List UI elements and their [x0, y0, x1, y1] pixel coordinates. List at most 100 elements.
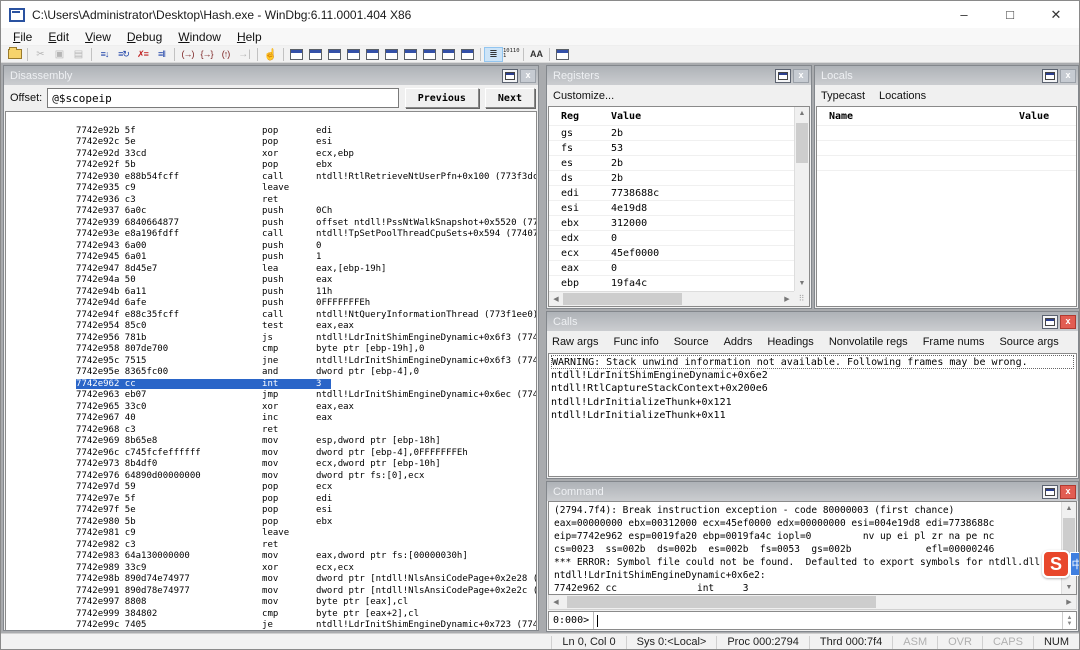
toolbar-icon[interactable] [254, 47, 261, 62]
register-row[interactable]: fs53 [549, 140, 809, 155]
scroll-down-icon[interactable]: ▼ [1066, 581, 1073, 594]
menu-item[interactable]: View [77, 29, 119, 45]
call-stack-frame[interactable]: ntdll!LdrInitializeThunk+0x11 [551, 409, 1074, 423]
command-hscrollbar[interactable]: ◀ ▶ [548, 595, 1077, 610]
close-button[interactable]: ✕ [1033, 1, 1079, 28]
float-button[interactable] [775, 69, 791, 83]
register-row[interactable]: edx0 [549, 230, 809, 245]
toolbar-icon[interactable]: (→) [178, 47, 197, 62]
toolbar-icon[interactable] [344, 47, 363, 62]
toolbar-icon[interactable]: ☝ [261, 47, 280, 62]
close-panel-button[interactable]: x [520, 69, 536, 83]
toolbar-icon[interactable]: AA [527, 47, 546, 62]
menu-item[interactable]: Window [170, 29, 229, 45]
calls-stack-list[interactable]: WARNING: Stack unwind information not av… [548, 353, 1077, 477]
toolbar-icon[interactable] [477, 47, 484, 62]
toolbar-icon[interactable] [401, 47, 420, 62]
calls-toolbar-button[interactable]: Raw args [552, 336, 598, 348]
close-panel-button[interactable]: x [793, 69, 809, 83]
toolbar-icon[interactable]: ▣ [50, 47, 69, 62]
ime-language-icon[interactable]: 中 [1070, 552, 1080, 576]
minimize-button[interactable]: – [941, 1, 987, 28]
menu-item[interactable]: File [5, 29, 40, 45]
toolbar-icon[interactable]: ✗≡ [133, 47, 152, 62]
toolbar-icon[interactable]: 101101 [503, 47, 520, 62]
next-button[interactable]: Next [485, 88, 535, 108]
scroll-left-icon[interactable]: ◀ [549, 295, 563, 303]
command-input[interactable] [594, 612, 1062, 629]
disassembly-title-bar[interactable]: Disassembly x [4, 66, 538, 85]
call-stack-frame[interactable]: ntdll!LdrInitShimEngineDynamic+0x6e2 [551, 369, 1074, 383]
disassembly-line[interactable]: 7742e92b 5fpopedi [11, 114, 536, 126]
register-row[interactable]: edi7738688c [549, 185, 809, 200]
float-button[interactable] [1042, 485, 1058, 499]
register-row[interactable]: ecx45ef0000 [549, 245, 809, 260]
command-vscrollbar[interactable]: ▲ ▼ [1061, 502, 1076, 594]
toolbar-icon[interactable]: →| [235, 47, 254, 62]
locations-button[interactable]: Locations [879, 90, 926, 102]
toolbar-icon[interactable] [280, 47, 287, 62]
float-button[interactable] [1042, 315, 1058, 329]
toolbar-icon[interactable]: ≡‖ [152, 47, 171, 62]
offset-input[interactable] [47, 88, 399, 108]
register-row[interactable]: esi4e19d8 [549, 200, 809, 215]
scroll-up-icon[interactable]: ▲ [1066, 502, 1073, 515]
toolbar-icon[interactable]: ≣ [484, 47, 503, 62]
toolbar-icon[interactable] [382, 47, 401, 62]
toolbar-icon[interactable] [439, 47, 458, 62]
scroll-right-icon[interactable]: ▶ [1062, 598, 1076, 606]
typecast-button[interactable]: Typecast [821, 90, 865, 102]
toolbar-icon[interactable] [88, 47, 95, 62]
toolbar-icon[interactable] [420, 47, 439, 62]
ime-indicator[interactable]: S 中 [1042, 550, 1080, 578]
calls-toolbar-button[interactable]: Frame nums [923, 336, 985, 348]
calls-toolbar-button[interactable]: Source args [999, 336, 1058, 348]
toolbar-icon[interactable]: ≡↓ [95, 47, 114, 62]
toolbar-icon[interactable] [363, 47, 382, 62]
toolbar-icon[interactable] [5, 47, 24, 62]
register-row[interactable]: gs2b [549, 125, 809, 140]
sogou-icon[interactable]: S [1042, 550, 1070, 578]
toolbar-icon[interactable]: {→} [197, 47, 216, 62]
menu-item[interactable]: Help [229, 29, 270, 45]
toolbar-icon[interactable] [520, 47, 527, 62]
scroll-up-icon[interactable]: ▲ [799, 107, 806, 121]
toolbar-icon[interactable] [306, 47, 325, 62]
previous-button[interactable]: Previous [405, 88, 479, 108]
customize-button[interactable]: Customize... [553, 90, 614, 102]
toolbar-icon[interactable]: ✂ [31, 47, 50, 62]
menu-item[interactable]: Debug [119, 29, 170, 45]
register-row[interactable]: eax0 [549, 260, 809, 275]
call-stack-frame[interactable]: ntdll!RtlCaptureStackContext+0x200e6 [551, 382, 1074, 396]
register-row[interactable]: es2b [549, 155, 809, 170]
toolbar-icon[interactable] [24, 47, 31, 62]
float-button[interactable] [502, 69, 518, 83]
toolbar-icon[interactable] [287, 47, 306, 62]
toolbar-icon[interactable]: ▤ [69, 47, 88, 62]
float-button[interactable] [1042, 69, 1058, 83]
locals-title-bar[interactable]: Locals x [815, 66, 1078, 85]
close-panel-button[interactable]: x [1060, 485, 1076, 499]
toolbar-icon[interactable] [171, 47, 178, 62]
menu-item[interactable]: Edit [40, 29, 77, 45]
prompt-spinner[interactable]: ▲▼ [1062, 612, 1076, 629]
close-panel-button[interactable]: x [1060, 69, 1076, 83]
register-row[interactable]: ebp19fa4c [549, 275, 809, 290]
toolbar-icon[interactable]: ≡↻ [114, 47, 133, 62]
toolbar-icon[interactable]: (↑) [216, 47, 235, 62]
register-row[interactable]: ebx312000 [549, 215, 809, 230]
maximize-button[interactable]: □ [987, 1, 1033, 28]
disassembly-listing[interactable]: 7742e92b 5fpopedi 7742e92c 5epopesi 7742… [5, 111, 537, 630]
scroll-down-icon[interactable]: ▼ [799, 277, 806, 291]
calls-toolbar-button[interactable]: Func info [613, 336, 658, 348]
calls-toolbar-button[interactable]: Source [674, 336, 709, 348]
close-panel-button[interactable]: x [1060, 315, 1076, 329]
registers-hscrollbar[interactable]: ◀ ▶ [549, 291, 794, 306]
toolbar-icon[interactable] [546, 47, 553, 62]
register-row[interactable]: ds2b [549, 170, 809, 185]
calls-toolbar-button[interactable]: Addrs [724, 336, 753, 348]
toolbar-icon[interactable] [553, 47, 572, 62]
call-stack-frame[interactable]: WARNING: Stack unwind information not av… [551, 355, 1074, 369]
command-title-bar[interactable]: Command x [547, 482, 1078, 501]
calls-title-bar[interactable]: Calls x [547, 312, 1078, 331]
